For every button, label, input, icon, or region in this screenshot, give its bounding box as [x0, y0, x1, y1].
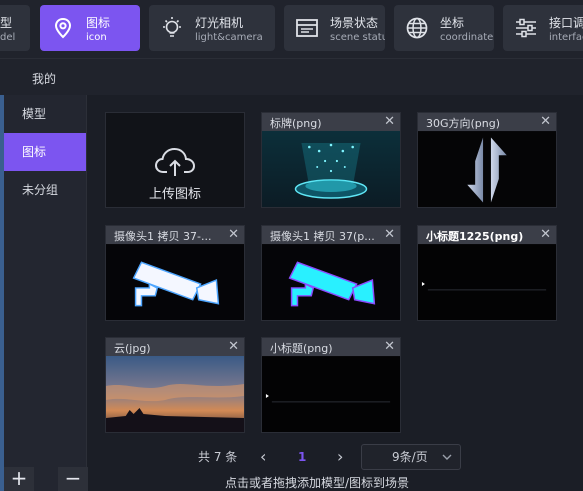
chevron-down-icon	[442, 454, 452, 460]
icon-card[interactable]: 摄像头1 拷贝 37-... ✕	[105, 225, 245, 321]
tool-light-title: 灯光相机	[195, 16, 244, 30]
location-pin-icon	[54, 17, 72, 39]
icon-card-name: 30G方向(png)	[426, 117, 501, 130]
pagination-total: 共 7 条	[198, 450, 238, 464]
tool-coordinate-title: 坐标	[440, 16, 465, 30]
cloud-upload-icon	[154, 147, 196, 176]
sidebar-item-ungrouped[interactable]: 未分组	[4, 171, 86, 209]
close-icon[interactable]: ✕	[540, 113, 551, 130]
subtitle-bar-thumbnail	[262, 356, 400, 432]
tool-interface-title: 接口调试	[549, 16, 583, 30]
tool-model-subtitle: del	[0, 32, 16, 43]
tool-light-camera-button[interactable]: 灯光相机 light&camera	[149, 5, 275, 51]
page-size-value: 9条/页	[392, 450, 428, 464]
add-group-button[interactable]: +	[4, 467, 34, 491]
tab-mine[interactable]: 我的	[32, 70, 56, 87]
sign-platform-thumbnail	[262, 131, 400, 207]
direction-arrows-thumbnail	[418, 131, 556, 207]
sidebar-item-icon[interactable]: 图标	[4, 133, 86, 171]
icon-card[interactable]: 小标题1225(png) ✕	[417, 225, 557, 321]
close-icon[interactable]: ✕	[540, 226, 551, 243]
camera-white-thumbnail	[106, 244, 244, 320]
pagination-current-page[interactable]: 1	[298, 444, 306, 470]
remove-group-button[interactable]: −	[58, 467, 88, 491]
sidebar-item-model[interactable]: 模型	[4, 95, 86, 133]
tool-icon-button[interactable]: 图标 icon	[40, 5, 140, 51]
upload-label: 上传图标	[148, 187, 201, 202]
tool-coordinate-button[interactable]: 坐标 coordinate	[394, 5, 494, 51]
close-icon[interactable]: ✕	[228, 338, 239, 355]
subtitle-bar-thumbnail	[418, 244, 556, 320]
camera-cyan-thumbnail	[262, 244, 400, 320]
close-icon[interactable]: ✕	[384, 338, 395, 355]
globe-icon	[406, 17, 428, 39]
icon-card[interactable]: 摄像头1 拷贝 37(p... ✕	[261, 225, 401, 321]
close-icon[interactable]: ✕	[228, 226, 239, 243]
tab-row: 我的	[0, 58, 583, 95]
pagination-prev-button[interactable]: ‹	[260, 444, 266, 470]
window-icon	[296, 19, 318, 37]
lightbulb-icon	[163, 17, 181, 37]
tool-coordinate-subtitle: coordinate	[440, 32, 494, 43]
tool-model-button[interactable]: 型 del	[0, 5, 30, 51]
icon-card-name: 摄像头1 拷贝 37(p...	[270, 230, 375, 243]
tool-model-title: 型	[0, 16, 13, 30]
tool-interface-subtitle: interface d	[549, 32, 583, 43]
icon-card-name: 云(jpg)	[114, 342, 151, 355]
top-toolbar: 型 del 图标 icon 灯光相机 light&camera 场景状态 sce…	[0, 0, 583, 58]
upload-icon-card[interactable]: 上传图标	[105, 112, 245, 208]
tool-scene-subtitle: scene status	[330, 32, 385, 43]
page-size-select[interactable]: 9条/页	[361, 444, 461, 470]
icon-card[interactable]: 小标题(png) ✕	[261, 337, 401, 433]
icon-card-name: 摄像头1 拷贝 37-...	[114, 230, 212, 243]
icon-card-name: 标牌(png)	[270, 117, 322, 130]
icon-card[interactable]: 30G方向(png) ✕	[417, 112, 557, 208]
icon-card[interactable]: 云(jpg) ✕	[105, 337, 245, 433]
tool-interface-debug-button[interactable]: 接口调试 interface d	[503, 5, 583, 51]
close-icon[interactable]: ✕	[384, 226, 395, 243]
tool-scene-title: 场景状态	[330, 16, 379, 30]
sliders-icon	[516, 18, 536, 38]
drag-hint: 点击或者拖拽添加模型/图标到场景	[225, 476, 410, 490]
icon-card-name: 小标题1225(png)	[426, 230, 524, 243]
icon-card[interactable]: 标牌(png) ✕	[261, 112, 401, 208]
tool-icon-subtitle: icon	[86, 32, 107, 43]
tool-scene-status-button[interactable]: 场景状态 scene status	[284, 5, 385, 51]
icon-card-name: 小标题(png)	[270, 342, 333, 355]
tool-icon-title: 图标	[86, 16, 111, 30]
sunset-cloud-thumbnail	[106, 356, 244, 432]
tool-light-subtitle: light&camera	[195, 32, 263, 43]
close-icon[interactable]: ✕	[384, 113, 395, 130]
pagination-next-button[interactable]: ›	[337, 444, 343, 470]
